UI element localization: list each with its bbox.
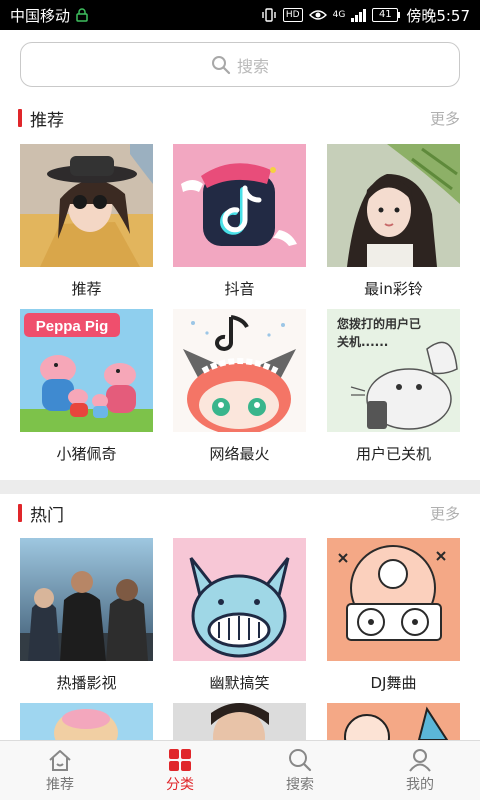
thumbnail-girl-hat: [20, 144, 153, 267]
tile-label: 热播影视: [56, 674, 117, 692]
vibrate-icon: [262, 8, 276, 22]
tile-label: 推荐: [71, 280, 102, 298]
tab-category[interactable]: 分类: [120, 741, 240, 800]
section-marker: [18, 109, 22, 127]
tile-label: 抖音: [224, 280, 255, 298]
recommend-header: 推荐 更多: [0, 103, 480, 133]
grid-icon: [169, 748, 191, 771]
category-tile-peppa[interactable]: Peppa Pig 小猪佩奇: [20, 309, 153, 464]
thumbnail-movie-cast: [20, 538, 153, 661]
thumbnail-dj-turntable: [327, 538, 460, 661]
tile-label: 用户已关机: [355, 445, 431, 463]
category-tile-partial[interactable]: [173, 703, 306, 740]
tab-label: 推荐: [46, 776, 74, 793]
tile-label: 网络最火: [209, 445, 270, 463]
signal-icon: [351, 8, 367, 22]
category-tile-partial[interactable]: [327, 703, 460, 740]
battery-level: 41: [372, 8, 399, 22]
hd-icon: HD: [282, 8, 303, 22]
thumbnail-douyin-logo: [173, 144, 306, 267]
recommend-more-link[interactable]: 更多: [430, 108, 460, 129]
hot-title-wrap: 热门: [18, 501, 64, 526]
thumbnail-peppa-pig: Peppa Pig: [20, 309, 153, 432]
hot-more-link[interactable]: 更多: [430, 503, 460, 524]
tab-recommend[interactable]: 推荐: [0, 741, 120, 800]
category-tile-funny[interactable]: 幽默搞笑: [173, 538, 306, 693]
category-tile-recommend[interactable]: 推荐: [20, 144, 153, 299]
section-divider: [0, 480, 480, 494]
home-icon: [49, 749, 71, 771]
recommend-title: 推荐: [30, 110, 64, 131]
category-tile-best-ringtone[interactable]: 最in彩铃: [327, 144, 460, 299]
person-icon: [409, 748, 431, 772]
category-tile-douyin[interactable]: 抖音: [173, 144, 306, 299]
tab-label: 我的: [406, 776, 434, 793]
thumbnail-partial-cartoon: [327, 703, 460, 740]
status-left: 中国移动: [10, 5, 88, 26]
status-bar: 中国移动 HD 4G 41 傍晚5:57: [0, 0, 480, 30]
category-tile-user-off[interactable]: 您拨打的用户已关机...... 用户已关机: [327, 309, 460, 464]
tile-label: 小猪佩奇: [56, 445, 117, 463]
thumbnail-girl-leaves: [327, 144, 460, 267]
tab-mine[interactable]: 我的: [360, 741, 480, 800]
hot-header: 热门 更多: [0, 498, 480, 528]
category-tile-dj[interactable]: DJ舞曲: [327, 538, 460, 693]
tab-label: 搜索: [286, 776, 314, 793]
battery-icon: 41: [372, 8, 401, 22]
thumbnail-partial-man: [173, 703, 306, 740]
eye-icon: [308, 10, 327, 20]
tab-search[interactable]: 搜索: [240, 741, 360, 800]
thumbnail-partial-blonde: [20, 703, 153, 740]
network-type: 4G: [332, 10, 346, 20]
thumbnail-anime-cat-girl: [173, 309, 306, 432]
tile-label: 幽默搞笑: [209, 674, 270, 692]
search-placeholder: 搜索: [236, 56, 269, 76]
peppa-logo-text: Peppa Pig: [36, 318, 109, 335]
category-tile-trending[interactable]: 网络最火: [173, 309, 306, 464]
search-icon: [289, 748, 312, 771]
thumbnail-grinning-cat: [173, 538, 306, 661]
search-icon: [211, 55, 231, 74]
category-tile-partial[interactable]: [20, 703, 153, 740]
bunny-caption: 您拨打的用户已关机......: [337, 317, 422, 349]
carrier-name: 中国移动: [10, 6, 71, 25]
status-right: HD 4G 41 傍晚5:57: [261, 5, 470, 26]
section-marker: [18, 504, 22, 522]
hot-title: 热门: [30, 505, 64, 526]
tab-label: 分类: [166, 776, 194, 793]
thumbnail-bunny-phone: 您拨打的用户已关机......: [327, 309, 460, 432]
category-tile-hot-movies[interactable]: 热播影视: [20, 538, 153, 693]
clock: 傍晚5:57: [406, 6, 470, 25]
bottom-tab-bar: 推荐 分类 搜索 我的: [0, 740, 480, 800]
tile-label: 最in彩铃: [364, 280, 423, 298]
search-input[interactable]: 搜索: [20, 42, 460, 87]
tile-label: DJ舞曲: [370, 674, 417, 692]
recommend-title-wrap: 推荐: [18, 106, 64, 131]
lock-icon: [76, 8, 88, 22]
